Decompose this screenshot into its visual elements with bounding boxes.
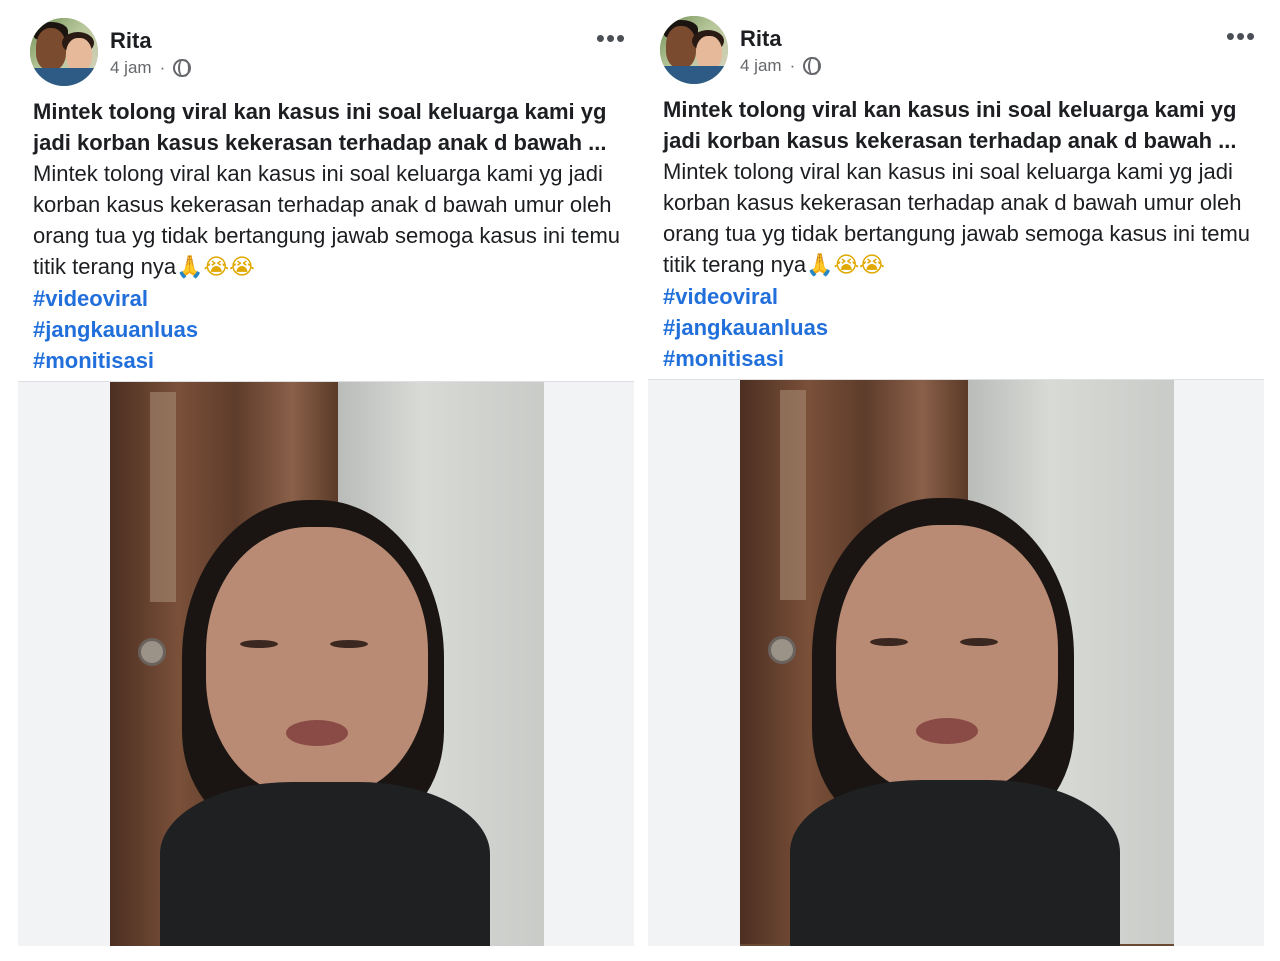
post-body: Mintek tolong viral kan kasus ini soal k… xyxy=(663,156,1253,281)
hashtag-link[interactable]: #monitisasi xyxy=(33,345,623,376)
author-name[interactable]: Rita xyxy=(110,28,152,54)
person-face xyxy=(836,525,1058,795)
post-title: Mintek tolong viral kan kasus ini soal k… xyxy=(663,97,1237,153)
emoji-pray-cry-icon: 🙏😭😭 xyxy=(176,255,255,280)
person-shirt xyxy=(160,782,490,946)
person-shirt xyxy=(790,780,1120,946)
door-knob xyxy=(138,638,166,666)
post-header: Rita 4 jam · ••• xyxy=(660,16,1260,86)
video-frame[interactable] xyxy=(740,380,1174,946)
more-options-icon[interactable]: ••• xyxy=(594,25,628,51)
video-container[interactable] xyxy=(18,382,634,946)
globe-icon xyxy=(173,59,192,77)
facebook-post: Rita 4 jam · ••• Mintek tolong viral kan… xyxy=(18,0,634,961)
person-eye xyxy=(960,638,998,646)
post-body: Mintek tolong viral kan kasus ini soal k… xyxy=(33,158,623,283)
emoji-pray-cry-icon: 🙏😭😭 xyxy=(806,253,885,278)
post-header: Rita 4 jam · ••• xyxy=(30,18,630,88)
person-mouth xyxy=(286,720,348,746)
more-options-icon[interactable]: ••• xyxy=(1224,23,1258,49)
post-time[interactable]: 4 jam xyxy=(740,56,782,76)
person-eye xyxy=(870,638,908,646)
post-text: Mintek tolong viral kan kasus ini soal k… xyxy=(33,96,623,376)
meta-separator: · xyxy=(789,56,796,75)
post-title: Mintek tolong viral kan kasus ini soal k… xyxy=(33,99,607,155)
person-mouth xyxy=(916,718,978,744)
hashtag-link[interactable]: #jangkauanluas xyxy=(33,314,623,345)
door-knob xyxy=(768,636,796,664)
video-frame[interactable] xyxy=(110,382,544,946)
globe-icon xyxy=(803,57,822,75)
person-face xyxy=(206,527,428,797)
person-eye xyxy=(240,640,278,648)
meta-separator: · xyxy=(159,58,166,77)
post-body-text: Mintek tolong viral kan kasus ini soal k… xyxy=(33,161,621,279)
hashtag-link[interactable]: #monitisasi xyxy=(663,343,1253,374)
post-time[interactable]: 4 jam xyxy=(110,58,152,78)
hashtag-link[interactable]: #jangkauanluas xyxy=(663,312,1253,343)
hashtag-link[interactable]: #videoviral xyxy=(33,283,623,314)
avatar[interactable] xyxy=(30,18,98,86)
hashtag-link[interactable]: #videoviral xyxy=(663,281,1253,312)
person-eye xyxy=(330,640,368,648)
post-meta: 4 jam · xyxy=(740,56,822,76)
video-container[interactable] xyxy=(648,380,1264,946)
avatar[interactable] xyxy=(660,16,728,84)
author-name[interactable]: Rita xyxy=(740,26,782,52)
facebook-post: Rita 4 jam · ••• Mintek tolong viral kan… xyxy=(648,0,1264,961)
post-text: Mintek tolong viral kan kasus ini soal k… xyxy=(663,94,1253,374)
post-body-text: Mintek tolong viral kan kasus ini soal k… xyxy=(663,159,1251,277)
screenshot-collage: Rita 4 jam · ••• Mintek tolong viral kan… xyxy=(0,0,1280,961)
post-meta: 4 jam · xyxy=(110,58,192,78)
